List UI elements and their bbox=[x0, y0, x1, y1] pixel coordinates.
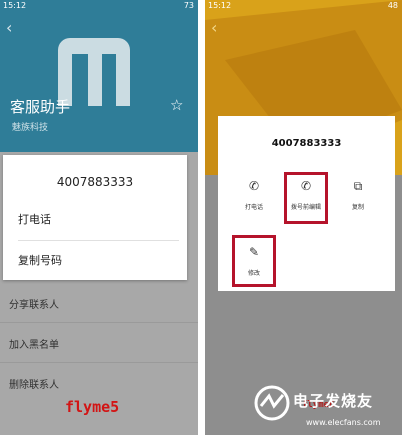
copy-label: 复制 bbox=[351, 204, 364, 211]
flyme6-screen: 15:12 48 ‹ 4007883333 ✆ 打电话 ✆ 拨号前编辑 ⧉ 复制… bbox=[205, 0, 402, 435]
row-delete-contact[interactable]: 删除联系人 bbox=[9, 376, 59, 391]
status-battery: 48 bbox=[387, 1, 398, 10]
status-time: 15:12 bbox=[3, 1, 27, 10]
call-label: 打电话 bbox=[244, 204, 263, 211]
call-option[interactable]: 打电话 bbox=[18, 211, 51, 227]
watermark-text: 电子发烧友 bbox=[293, 392, 374, 410]
divider bbox=[18, 240, 179, 241]
row-block-contact[interactable]: 加入黑名单 bbox=[9, 336, 59, 351]
copy-icon: ⧉ bbox=[353, 179, 363, 193]
status-battery: 73 bbox=[183, 1, 194, 10]
highlight-box bbox=[284, 172, 328, 224]
back-chevron-icon[interactable]: ‹ bbox=[6, 18, 12, 37]
watermark-url: www.elecfans.com bbox=[306, 418, 381, 427]
divider bbox=[0, 322, 198, 323]
copy-number-option[interactable]: 复制号码 bbox=[18, 252, 62, 268]
favorite-star-icon[interactable]: ☆ bbox=[170, 96, 183, 114]
number-options-dialog: 4007883333 打电话 复制号码 bbox=[3, 155, 187, 280]
row-share-contact[interactable]: 分享联系人 bbox=[9, 296, 59, 311]
highlight-box bbox=[232, 235, 276, 287]
dialog-number: 4007883333 bbox=[56, 175, 134, 189]
call-action[interactable]: ✆ 打电话 bbox=[234, 178, 274, 211]
back-chevron-icon[interactable]: ‹ bbox=[211, 18, 217, 37]
status-time: 15:12 bbox=[208, 1, 232, 10]
copy-action[interactable]: ⧉ 复制 bbox=[338, 178, 378, 211]
caption-flyme5: flyme5 bbox=[65, 398, 120, 416]
dialog-number: 4007883333 bbox=[271, 138, 342, 149]
divider bbox=[0, 362, 198, 363]
status-bar: 15:12 73 bbox=[0, 0, 198, 12]
phone-icon: ✆ bbox=[248, 179, 260, 193]
status-bar: 15:12 48 bbox=[205, 0, 402, 12]
number-actions-dialog: 4007883333 ✆ 打电话 ✆ 拨号前编辑 ⧉ 复制 ✎ 修改 bbox=[218, 116, 395, 291]
contact-company: 魅族科技 bbox=[12, 123, 49, 133]
flyme5-screen: 15:12 73 ‹ 客服助手 魅族科技 ☆ 分享联系人 加入黑名单 删除联系人… bbox=[0, 0, 198, 435]
elecfans-logo-icon bbox=[254, 385, 290, 421]
contact-name: 客服助手 bbox=[10, 98, 71, 116]
